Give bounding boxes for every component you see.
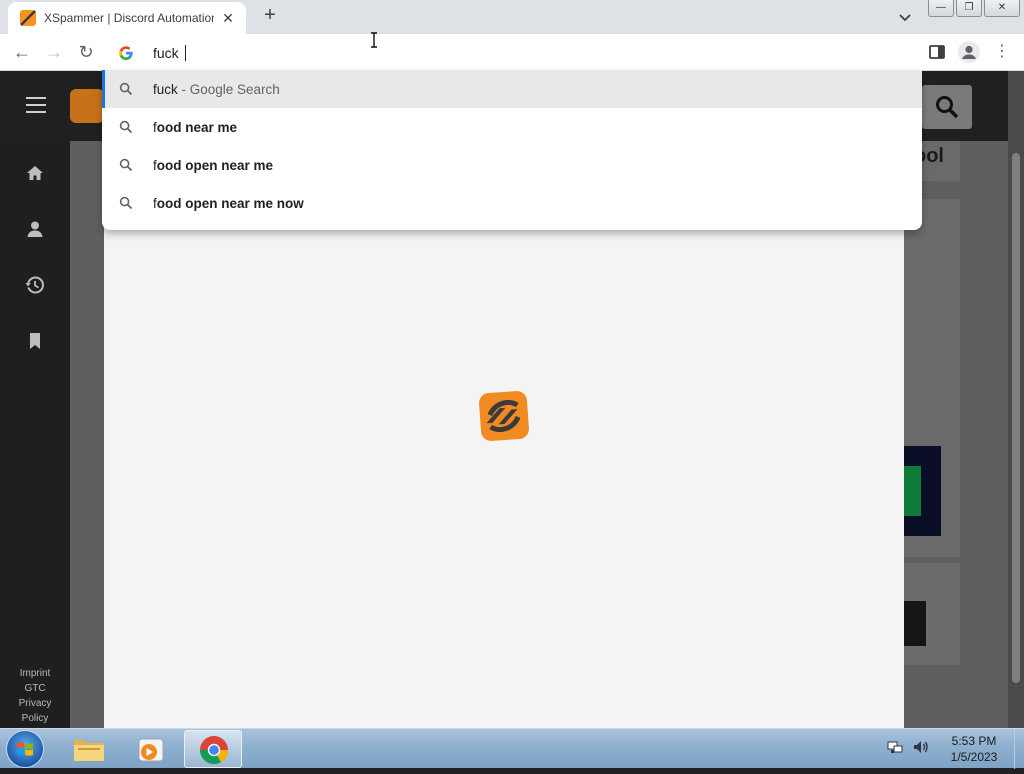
address-input-text: fuck — [153, 45, 183, 61]
minimize-button[interactable]: — — [928, 0, 954, 17]
bookmark-icon[interactable] — [25, 331, 45, 351]
tab-search-chevron-icon[interactable] — [894, 6, 916, 28]
suggestion-completion: ood open near me now — [156, 195, 304, 211]
show-desktop-button[interactable] — [1014, 729, 1024, 769]
hamburger-menu-icon[interactable] — [26, 97, 46, 113]
taskbar-media-player-button[interactable] — [122, 730, 180, 768]
suggestion-item[interactable]: food open near me — [102, 146, 922, 184]
search-icon — [119, 158, 133, 172]
user-icon[interactable] — [25, 219, 45, 239]
suggestion-text: food open near me now — [153, 196, 304, 211]
search-icon — [119, 82, 133, 96]
privacy-link[interactable]: Privacy — [0, 696, 70, 711]
reload-button[interactable]: ↻ — [74, 40, 98, 64]
suggestion-text: food open near me — [153, 158, 273, 173]
suggestion-text: fuck - Google Search — [153, 82, 280, 97]
text-cursor-icon — [371, 32, 377, 48]
taskbar-clock[interactable]: 5:53 PM 1/5/2023 — [940, 733, 1008, 765]
search-icon — [119, 196, 133, 210]
taskbar-explorer-button[interactable] — [60, 730, 118, 768]
address-bar[interactable]: fuck — [104, 36, 922, 70]
site-sidebar: Imprint GTC Privacy Policy — [0, 141, 70, 728]
policy-link[interactable]: Policy — [0, 711, 70, 726]
scrollbar-thumb[interactable] — [1012, 153, 1020, 683]
site-favicon-icon — [20, 10, 36, 26]
suggestion-item[interactable]: food open near me now — [102, 184, 922, 222]
site-logo[interactable] — [70, 89, 104, 123]
media-player-icon — [138, 738, 164, 762]
clock-date: 1/5/2023 — [950, 750, 998, 764]
side-panel-icon[interactable] — [928, 43, 946, 61]
window-close-button[interactable]: ✕ — [984, 0, 1020, 17]
dark-action-button[interactable] — [904, 601, 926, 646]
windows-logo-icon — [17, 742, 33, 756]
volume-icon[interactable] — [912, 738, 930, 756]
profile-avatar-icon[interactable] — [958, 41, 980, 63]
search-icon — [936, 96, 959, 119]
windows-taskbar: 5:53 PM 1/5/2023 — [0, 728, 1024, 769]
browser-tab[interactable]: XSpammer | Discord Automation ✕ — [8, 2, 246, 34]
suggestion-completion: ood near me — [156, 119, 238, 135]
chrome-icon — [200, 736, 228, 764]
loading-logo-icon — [478, 390, 530, 442]
suggestion-prefix: fuck — [153, 81, 178, 97]
forward-button[interactable]: → — [42, 40, 66, 64]
browser-toolbar: ← → ↻ fuck ⋮ — [0, 34, 1024, 71]
network-icon[interactable] — [886, 738, 904, 756]
site-search-button[interactable] — [922, 85, 972, 129]
suggestion-item[interactable]: food near me — [102, 108, 922, 146]
suggestion-item[interactable]: fuck - Google Search — [102, 70, 922, 108]
taskbar-chrome-button[interactable] — [184, 730, 242, 768]
search-icon — [119, 120, 133, 134]
browser-menu-icon[interactable]: ⋮ — [994, 41, 1010, 63]
history-icon[interactable] — [25, 275, 45, 295]
google-g-icon — [118, 45, 134, 61]
new-tab-button[interactable]: + — [258, 4, 282, 28]
suggestion-suffix: - Google Search — [177, 81, 280, 97]
folder-icon — [74, 740, 104, 761]
system-tray — [886, 738, 930, 756]
clock-time: 5:53 PM — [951, 734, 997, 748]
green-action-button[interactable] — [904, 466, 921, 516]
suggestion-text: food near me — [153, 120, 237, 135]
gtc-link[interactable]: GTC — [0, 681, 70, 696]
imprint-link[interactable]: Imprint — [0, 666, 70, 681]
tab-title: XSpammer | Discord Automation — [44, 11, 214, 25]
footer-links: Imprint GTC Privacy Policy — [0, 666, 70, 726]
omnibox-suggestions: fuck - Google Search food near me food ope… — [102, 70, 922, 230]
window-controls: — ❐ ✕ — [928, 0, 1020, 17]
suggestion-completion: ood open near me — [156, 157, 274, 173]
home-icon[interactable] — [25, 163, 45, 183]
text-caret — [184, 45, 186, 61]
tab-strip: XSpammer | Discord Automation ✕ + — ❐ ✕ — [0, 0, 1024, 34]
restore-button[interactable]: ❐ — [956, 0, 982, 17]
tab-close-icon[interactable]: ✕ — [220, 10, 236, 26]
back-button[interactable]: ← — [10, 40, 34, 64]
